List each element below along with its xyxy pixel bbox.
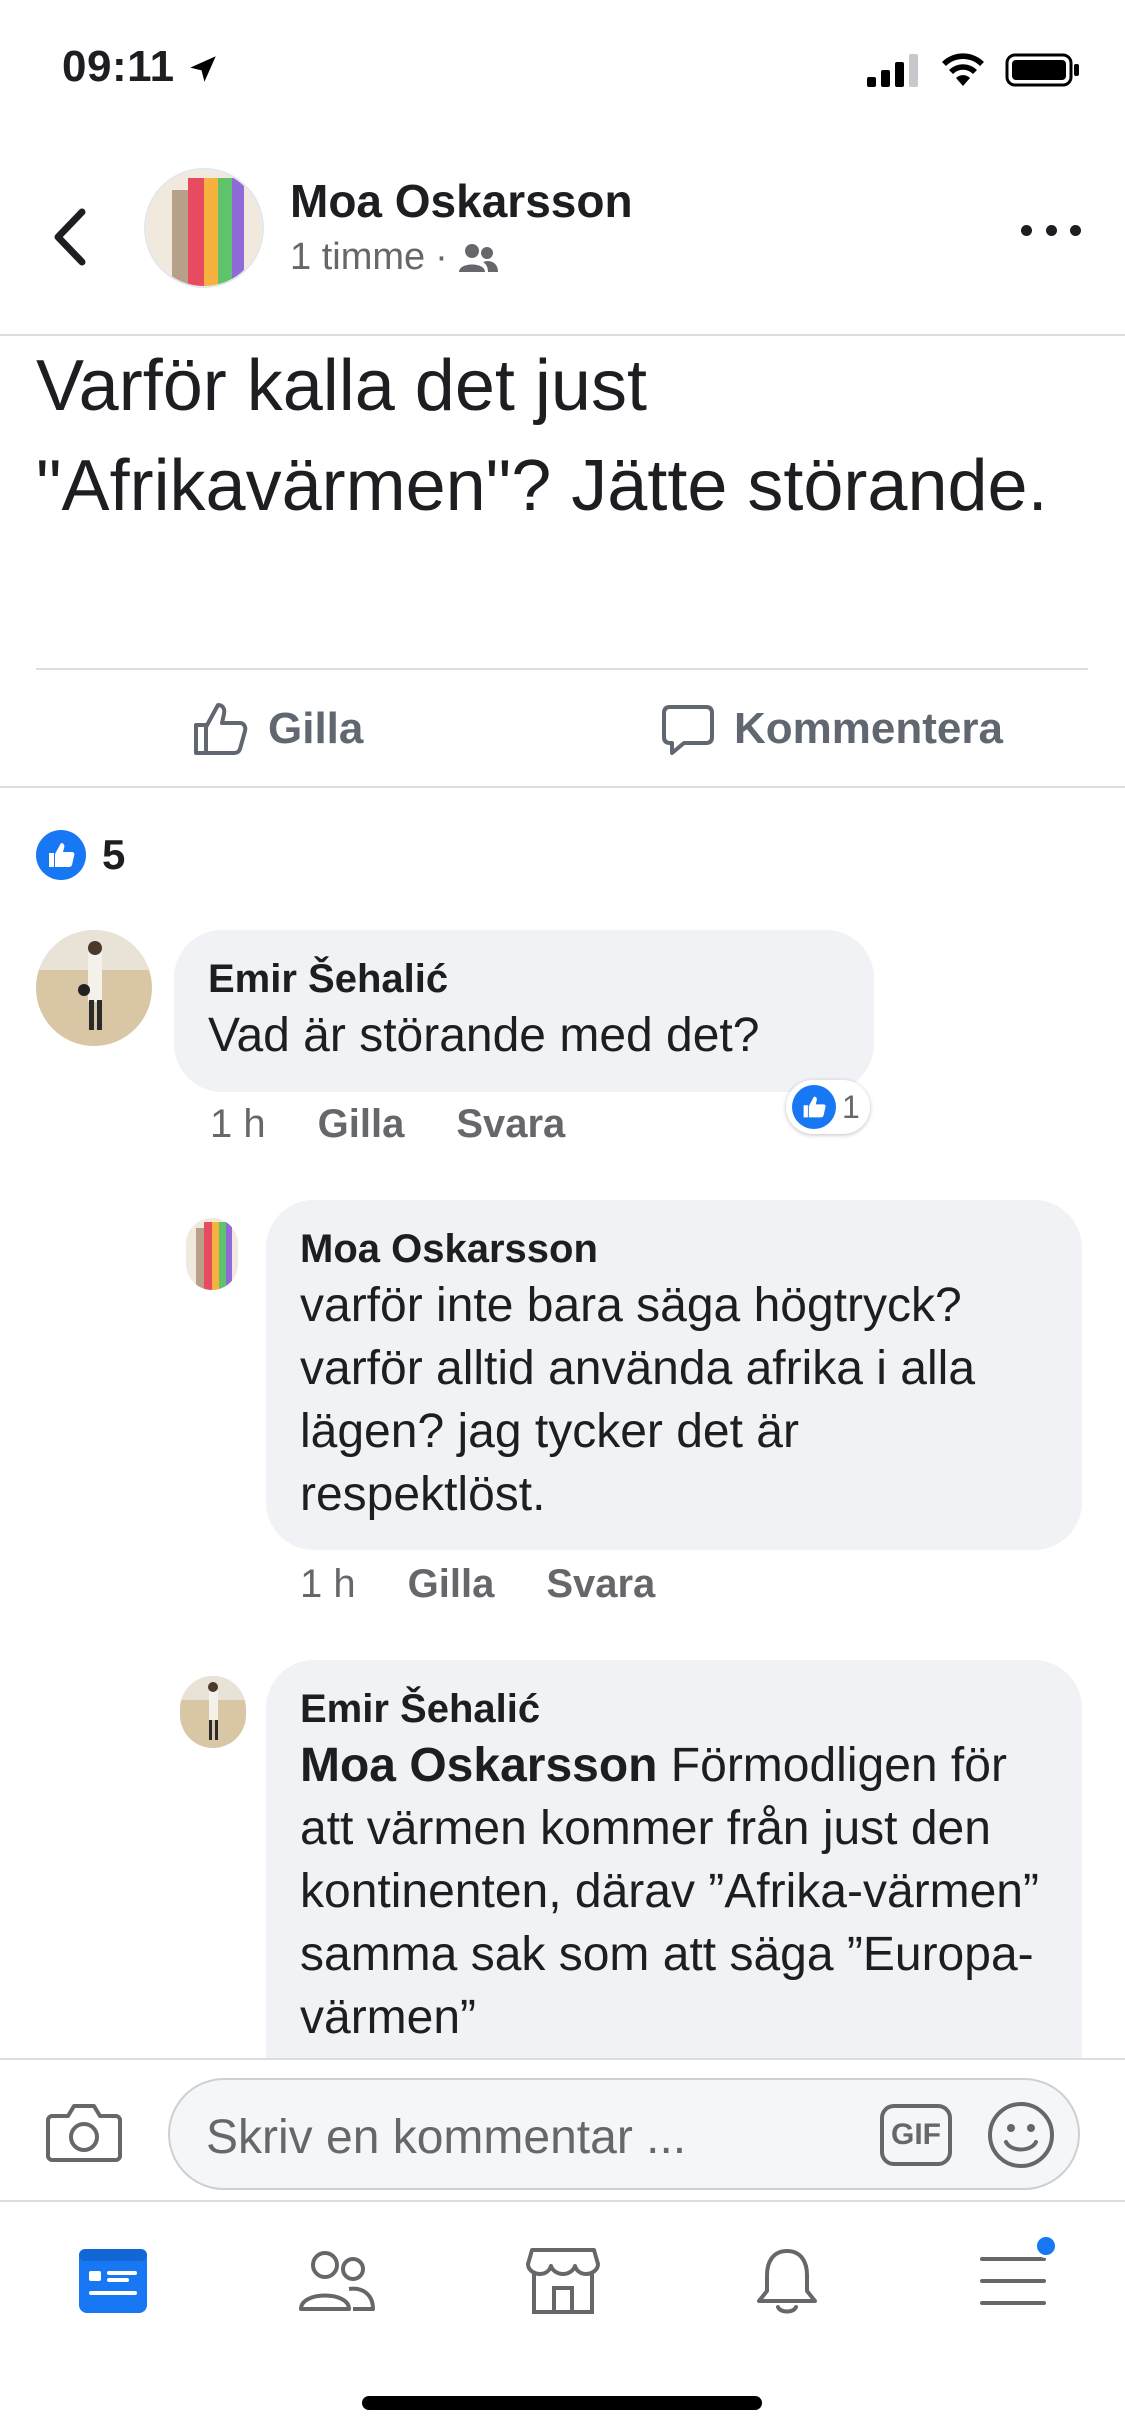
comment-time: 1 h bbox=[210, 1102, 266, 1146]
thumbs-up-icon bbox=[194, 703, 248, 755]
friends-icon[interactable] bbox=[292, 2236, 382, 2326]
comment-button[interactable]: Kommentera bbox=[660, 670, 1003, 788]
comment-like-button[interactable]: Gilla bbox=[318, 1102, 405, 1147]
gif-button[interactable]: GIF bbox=[880, 2104, 952, 2166]
notification-dot bbox=[1034, 2234, 1058, 2258]
like-label: Gilla bbox=[268, 704, 364, 753]
reply-reply-button[interactable]: Svara bbox=[546, 1562, 655, 1607]
friends-icon bbox=[458, 243, 498, 272]
location-arrow-icon bbox=[190, 56, 216, 82]
author-name[interactable]: Moa Oskarsson bbox=[290, 174, 633, 228]
comment-label: Kommentera bbox=[734, 704, 1003, 753]
author-avatar[interactable] bbox=[144, 168, 264, 288]
news-feed-icon[interactable] bbox=[68, 2236, 158, 2326]
comment-reaction-count: 1 bbox=[842, 1088, 860, 1125]
status-time: 09:11 bbox=[62, 42, 175, 91]
reply-text: varför inte bara säga högtryck? varför a… bbox=[300, 1279, 976, 1521]
reply-text: Moa Oskarsson Förmodligen för att värmen… bbox=[300, 1734, 1048, 2049]
commenter-avatar[interactable] bbox=[36, 930, 152, 1046]
comment-reaction-pill[interactable]: 1 bbox=[786, 1080, 870, 1134]
reply-bubble[interactable]: Emir Šehalić Moa Oskarsson Förmodligen f… bbox=[266, 1660, 1082, 2080]
comment-reply-button[interactable]: Svara bbox=[456, 1102, 565, 1147]
post-actions: Gilla Kommentera bbox=[0, 670, 1125, 788]
comment-text: Vad är störande med det? bbox=[208, 1009, 760, 1062]
reply-author[interactable]: Emir Šehalić bbox=[300, 1684, 1048, 1734]
comment-icon bbox=[662, 705, 714, 755]
notifications-icon[interactable] bbox=[742, 2236, 832, 2326]
post-text: Varför kalla det just "Afrikavärmen"? Jä… bbox=[36, 346, 1048, 526]
post-header: Moa Oskarsson 1 timme · bbox=[0, 140, 1125, 336]
battery-icon bbox=[1005, 53, 1079, 87]
comment-meta: 1 h Gilla Svara bbox=[210, 1102, 565, 1147]
home-indicator[interactable] bbox=[362, 2396, 762, 2410]
like-reaction-icon bbox=[792, 1085, 836, 1129]
menu-icon[interactable] bbox=[968, 2234, 1058, 2326]
mention-link[interactable]: Moa Oskarsson bbox=[300, 1739, 657, 1792]
marketplace-icon[interactable] bbox=[518, 2236, 608, 2326]
post-time: 1 timme bbox=[290, 236, 426, 278]
reply-like-button[interactable]: Gilla bbox=[408, 1562, 495, 1607]
reply-avatar[interactable] bbox=[180, 1676, 246, 1748]
signal-icon bbox=[867, 54, 918, 87]
reply-bubble[interactable]: Moa Oskarsson varför inte bara säga högt… bbox=[266, 1200, 1082, 1550]
reaction-count: 5 bbox=[102, 831, 126, 878]
camera-icon[interactable] bbox=[46, 2100, 122, 2164]
comment-bubble[interactable]: Emir Šehalić Vad är störande med det? bbox=[174, 930, 874, 1092]
post-meta: 1 timme · bbox=[290, 236, 498, 279]
reaction-summary[interactable]: 5 bbox=[36, 830, 125, 880]
like-button[interactable]: Gilla bbox=[190, 670, 363, 788]
status-bar: 09:11 bbox=[0, 0, 1125, 140]
comment-composer: Skriv en kommentar ... GIF bbox=[0, 2058, 1125, 2200]
comment-author[interactable]: Emir Šehalić bbox=[208, 954, 840, 1004]
more-options-icon[interactable] bbox=[1021, 210, 1081, 250]
back-chevron-icon[interactable] bbox=[46, 202, 96, 272]
status-indicators bbox=[867, 52, 1081, 88]
reply-time: 1 h bbox=[300, 1562, 356, 1606]
comment-placeholder: Skriv en kommentar ... bbox=[206, 2111, 687, 2164]
reply-avatar[interactable] bbox=[186, 1218, 238, 1290]
wifi-icon bbox=[942, 53, 984, 86]
comment-input[interactable]: Skriv en kommentar ... GIF bbox=[168, 2078, 1080, 2190]
like-reaction-icon bbox=[36, 830, 86, 880]
emoji-icon[interactable] bbox=[986, 2100, 1056, 2170]
reply-meta: 1 h Gilla Svara bbox=[300, 1562, 655, 1607]
meta-separator: · bbox=[435, 236, 448, 278]
reply-author[interactable]: Moa Oskarsson bbox=[300, 1224, 1048, 1274]
